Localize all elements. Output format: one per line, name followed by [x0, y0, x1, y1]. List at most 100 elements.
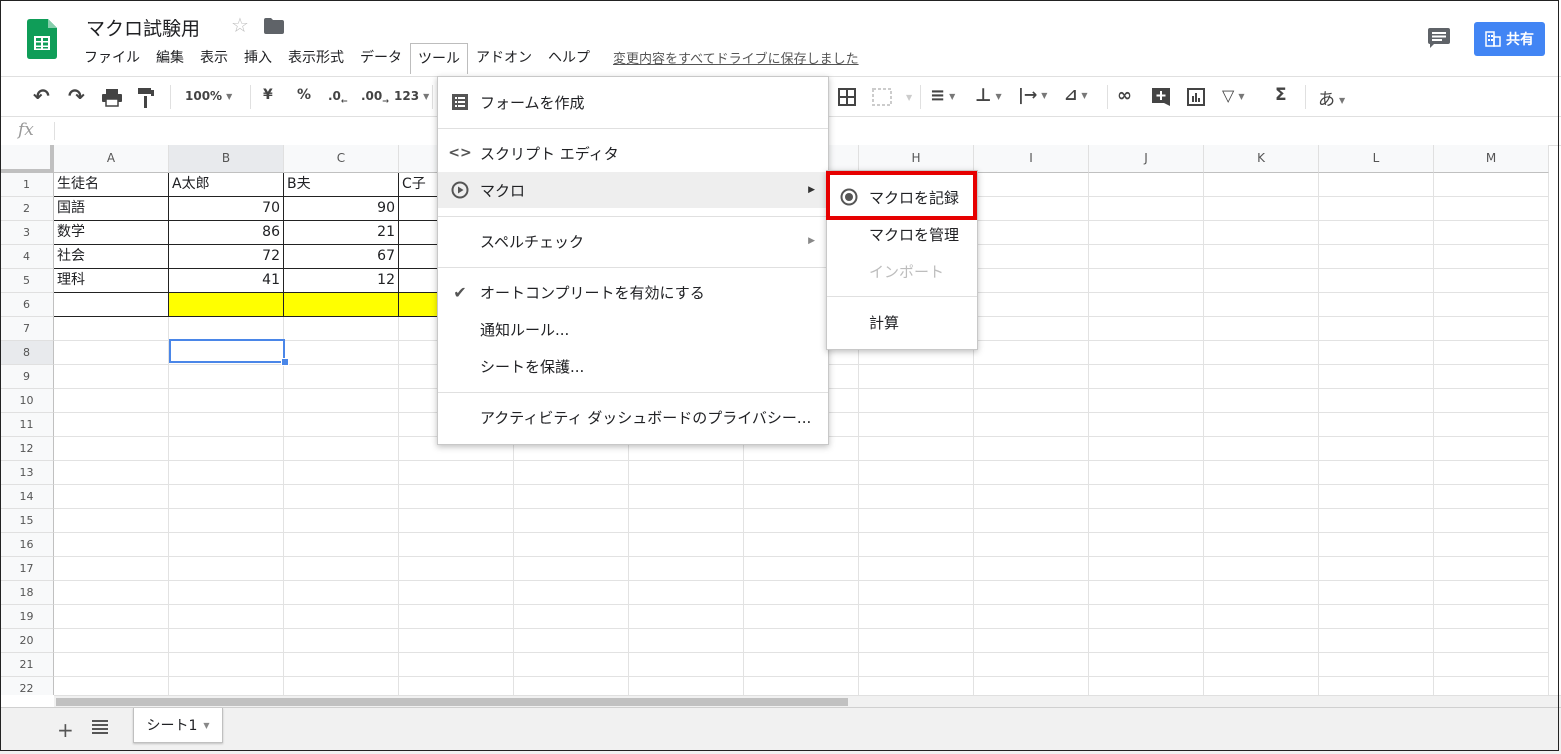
grid-cell[interactable] — [1204, 653, 1319, 677]
grid-cell[interactable] — [169, 317, 284, 341]
grid-cell[interactable] — [1204, 269, 1319, 293]
grid-cell[interactable] — [629, 533, 744, 557]
grid-cell[interactable] — [974, 581, 1089, 605]
grid-cell[interactable]: 生徒名 — [54, 173, 169, 197]
grid-cell[interactable] — [744, 509, 859, 533]
grid-cell[interactable] — [284, 389, 399, 413]
grid-cell[interactable] — [629, 653, 744, 677]
row-header[interactable]: 4 — [0, 245, 54, 269]
grid-cell[interactable] — [974, 317, 1089, 341]
grid-cell[interactable] — [859, 389, 974, 413]
grid-cell[interactable] — [284, 581, 399, 605]
share-button[interactable]: 共有 — [1474, 22, 1545, 56]
grid-cell[interactable] — [974, 461, 1089, 485]
grid-cell[interactable] — [1204, 629, 1319, 653]
grid-cell[interactable] — [1319, 317, 1434, 341]
grid-cell[interactable] — [1319, 197, 1434, 221]
column-header[interactable]: I — [974, 145, 1089, 173]
row-header[interactable]: 6 — [0, 293, 54, 317]
grid-cell[interactable] — [1089, 221, 1204, 245]
grid-cell[interactable] — [399, 629, 514, 653]
grid-cell[interactable]: 社会 — [54, 245, 169, 269]
more-formats-select[interactable]: 123 ▼ — [394, 89, 429, 103]
grid-cell[interactable] — [284, 557, 399, 581]
grid-cell[interactable] — [169, 365, 284, 389]
grid-cell[interactable] — [1089, 437, 1204, 461]
grid-cell[interactable] — [1434, 269, 1549, 293]
grid-cell[interactable] — [1204, 197, 1319, 221]
grid-cell[interactable] — [974, 269, 1089, 293]
grid-cell[interactable] — [284, 341, 399, 365]
grid-cell[interactable] — [169, 557, 284, 581]
grid-cell[interactable] — [974, 557, 1089, 581]
grid-cell[interactable] — [1319, 533, 1434, 557]
grid-cell[interactable] — [1089, 245, 1204, 269]
grid-cell[interactable] — [1434, 245, 1549, 269]
menu-data[interactable]: データ — [352, 43, 410, 71]
row-header[interactable]: 18 — [0, 581, 54, 605]
menu-file[interactable]: ファイル — [76, 43, 148, 71]
row-header[interactable]: 14 — [0, 485, 54, 509]
row-header[interactable]: 20 — [0, 629, 54, 653]
grid-cell[interactable] — [1434, 317, 1549, 341]
grid-cell[interactable] — [514, 509, 629, 533]
grid-cell[interactable] — [744, 581, 859, 605]
sheet-tab-active[interactable]: シート1 ▼ — [133, 708, 223, 743]
grid-cell[interactable] — [54, 653, 169, 677]
grid-cell[interactable] — [1319, 629, 1434, 653]
menu-format[interactable]: 表示形式 — [280, 43, 352, 71]
row-header[interactable]: 21 — [0, 653, 54, 677]
grid-cell[interactable] — [1319, 245, 1434, 269]
grid-cell[interactable] — [629, 677, 744, 695]
grid-cell[interactable] — [514, 605, 629, 629]
redo-icon[interactable]: ↷ — [68, 84, 85, 108]
grid-cell[interactable] — [859, 653, 974, 677]
grid-cell[interactable] — [744, 461, 859, 485]
column-header[interactable]: A — [54, 145, 169, 173]
grid-cell[interactable] — [859, 605, 974, 629]
grid-cell[interactable] — [514, 461, 629, 485]
text-wrap-icon[interactable]: |→ ▼ — [1018, 85, 1047, 104]
column-header[interactable]: C — [284, 145, 399, 173]
grid-cell[interactable] — [284, 413, 399, 437]
menu-item-notification-rules[interactable]: 通知ルール... — [438, 311, 828, 347]
grid-cell[interactable] — [284, 533, 399, 557]
grid-cell[interactable] — [974, 533, 1089, 557]
grid-cell[interactable] — [1204, 221, 1319, 245]
grid-cell[interactable] — [744, 653, 859, 677]
grid-cell[interactable] — [1204, 557, 1319, 581]
grid-cell[interactable] — [859, 413, 974, 437]
link-icon[interactable]: ∞ — [1117, 85, 1132, 106]
grid-cell[interactable] — [1089, 197, 1204, 221]
grid-cell[interactable] — [744, 485, 859, 509]
grid-cell[interactable] — [169, 677, 284, 695]
grid-cell[interactable] — [974, 653, 1089, 677]
grid-cell[interactable] — [1204, 677, 1319, 695]
grid-cell[interactable] — [1204, 341, 1319, 365]
menu-tools[interactable]: ツール — [410, 42, 468, 74]
filter-icon[interactable]: ▽ ▼ — [1222, 86, 1244, 105]
grid-cell[interactable] — [1434, 365, 1549, 389]
scrollbar-thumb[interactable] — [56, 698, 848, 706]
grid-cell[interactable] — [169, 485, 284, 509]
grid-cell[interactable] — [399, 605, 514, 629]
grid-cell[interactable] — [1089, 413, 1204, 437]
grid-cell[interactable] — [1089, 389, 1204, 413]
grid-cell[interactable] — [399, 677, 514, 695]
menu-item-script-editor[interactable]: <> スクリプト エディタ — [438, 135, 828, 171]
grid-cell[interactable] — [514, 533, 629, 557]
menu-item-activity-dashboard-privacy[interactable]: アクティビティ ダッシュボードのプライバシー... — [438, 399, 828, 435]
menu-help[interactable]: ヘルプ — [540, 43, 598, 71]
grid-cell[interactable]: 70 — [169, 197, 284, 221]
grid-cell[interactable] — [629, 557, 744, 581]
grid-cell[interactable] — [54, 533, 169, 557]
grid-cell[interactable] — [1319, 365, 1434, 389]
grid-cell[interactable] — [54, 341, 169, 365]
grid-cell[interactable] — [1204, 461, 1319, 485]
grid-cell[interactable] — [1434, 221, 1549, 245]
grid-cell[interactable] — [169, 581, 284, 605]
grid-cell[interactable] — [54, 437, 169, 461]
grid-cell[interactable] — [284, 317, 399, 341]
grid-cell[interactable] — [284, 461, 399, 485]
column-header[interactable]: H — [859, 145, 974, 173]
